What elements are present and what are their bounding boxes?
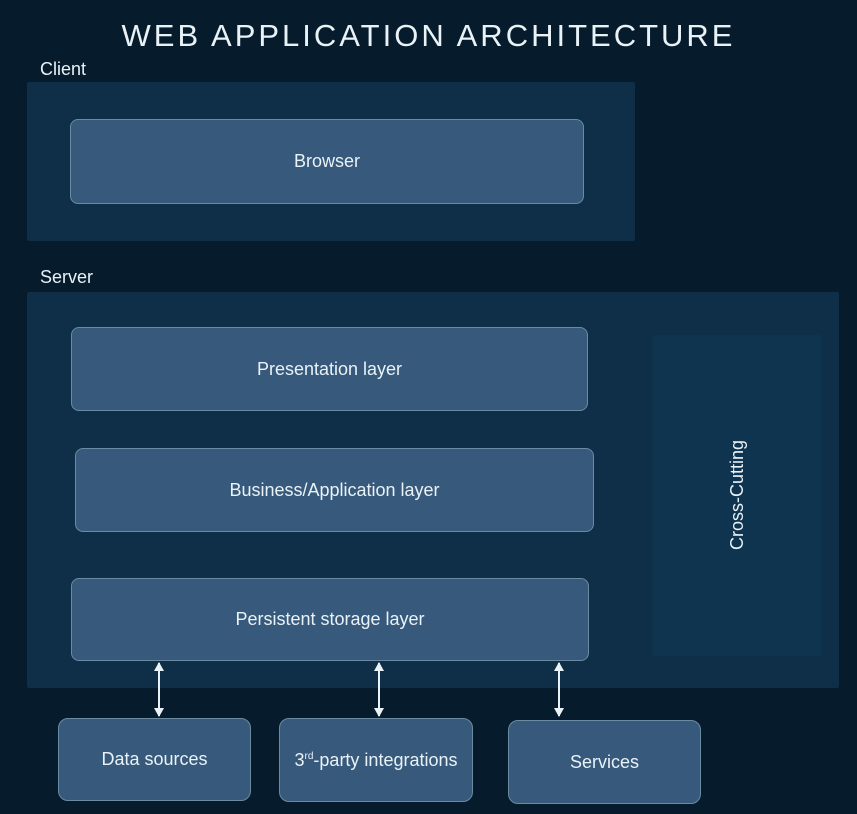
browser-box: Browser [70, 119, 584, 204]
datasources-label: Data sources [101, 749, 207, 770]
arrow-datasources [158, 663, 160, 716]
client-section-label: Client [40, 59, 86, 80]
diagram-title: WEB APPLICATION ARCHITECTURE [0, 0, 857, 54]
presentation-layer-box: Presentation layer [71, 327, 588, 411]
cross-cutting-box: Cross-Cutting [653, 335, 821, 656]
arrow-thirdparty [378, 663, 380, 716]
services-label: Services [570, 752, 639, 773]
arrow-services [558, 663, 560, 716]
server-section-label: Server [40, 267, 93, 288]
persistent-layer-box: Persistent storage layer [71, 578, 589, 661]
presentation-layer-label: Presentation layer [257, 359, 402, 380]
browser-label: Browser [294, 151, 360, 172]
cross-cutting-label: Cross-Cutting [727, 440, 748, 550]
business-layer-box: Business/Application layer [75, 448, 594, 532]
business-layer-label: Business/Application layer [229, 480, 439, 501]
datasources-box: Data sources [58, 718, 251, 801]
services-box: Services [508, 720, 701, 804]
persistent-layer-label: Persistent storage layer [235, 609, 424, 630]
thirdparty-box: 3rd-party integrations [279, 718, 473, 802]
thirdparty-label: 3rd-party integrations [295, 750, 458, 771]
